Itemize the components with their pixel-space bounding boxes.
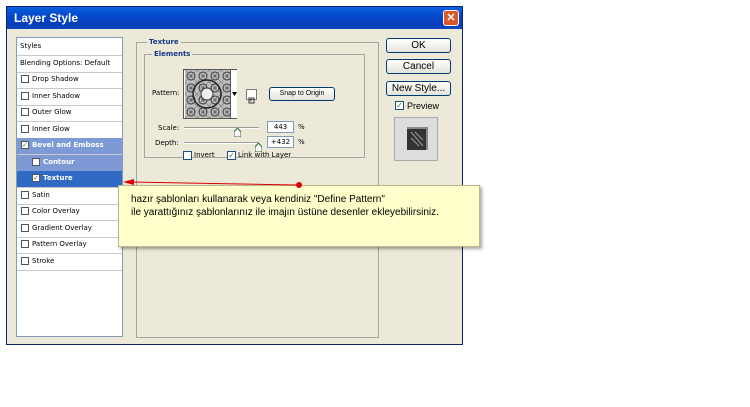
texture-section-title: Texture: [147, 38, 181, 46]
style-item-checkbox[interactable]: [21, 108, 29, 116]
elements-group-title: Elements: [152, 50, 193, 58]
invert-checkbox[interactable]: [183, 151, 192, 160]
style-item-texture[interactable]: ✓ Texture: [17, 171, 122, 188]
invert-label: Invert: [194, 151, 215, 159]
pattern-swatch: [185, 70, 230, 118]
style-item-stroke[interactable]: Stroke: [17, 254, 122, 271]
close-button[interactable]: ✕: [443, 10, 459, 26]
snap-to-origin-button[interactable]: Snap to Origin: [269, 87, 335, 101]
cancel-button[interactable]: Cancel: [386, 59, 451, 74]
style-item-label: Inner Glow: [32, 124, 70, 133]
annotation-tooltip: hazır şablonları kullanarak veya kendini…: [118, 185, 480, 247]
style-item-label: Blending Options: Default: [20, 58, 111, 67]
style-item-checkbox[interactable]: ✓: [21, 141, 29, 149]
style-item-label: Bevel and Emboss: [32, 141, 104, 149]
style-preview-thumbnail: [394, 117, 438, 161]
style-item-contour[interactable]: Contour: [17, 154, 122, 172]
style-item-checkbox[interactable]: ✓: [32, 174, 40, 182]
style-item-label: Gradient Overlay: [32, 223, 92, 232]
depth-label: Depth:: [155, 139, 179, 147]
depth-slider[interactable]: [184, 142, 259, 144]
preview-label: Preview: [407, 101, 440, 111]
style-item-label: Satin: [32, 190, 50, 199]
link-with-layer-label: Link with Layer: [238, 151, 292, 159]
layer-style-dialog: Layer Style ✕ Styles Blending Options: De…: [6, 6, 463, 345]
title-bar[interactable]: Layer Style ✕: [7, 7, 462, 29]
style-item-label: Inner Shadow: [32, 91, 80, 100]
annotation-arrow: [123, 179, 302, 188]
style-item-label: Drop Shadow: [32, 75, 79, 83]
depth-slider-handle[interactable]: [254, 137, 263, 153]
scale-unit: %: [298, 123, 305, 131]
preview-checkbox[interactable]: ✓: [395, 101, 404, 110]
style-item-checkbox[interactable]: [21, 91, 29, 100]
style-item-color-overlay[interactable]: Color Overlay: [17, 204, 122, 221]
style-item-checkbox[interactable]: [32, 157, 40, 166]
style-item-label: Pattern Overlay: [32, 240, 87, 248]
scale-label: Scale:: [158, 124, 180, 132]
style-item-inner-shadow[interactable]: Inner Shadow: [17, 89, 122, 106]
new-style-button[interactable]: New Style...: [386, 81, 451, 96]
preview-swatch: [407, 127, 428, 150]
style-item-checkbox[interactable]: [21, 190, 29, 199]
style-item-label: Outer Glow: [32, 108, 72, 116]
style-item-blending-options-default[interactable]: Blending Options: Default: [17, 56, 122, 73]
depth-field[interactable]: +432: [267, 136, 294, 148]
depth-unit: %: [298, 138, 305, 146]
style-item-checkbox[interactable]: [21, 124, 29, 133]
tooltip-line-2: ile yarattığınız şablonlarınız ile imajı…: [131, 207, 439, 218]
style-item-checkbox[interactable]: [21, 256, 29, 265]
style-item-drop-shadow[interactable]: Drop Shadow: [17, 72, 122, 89]
style-item-checkbox[interactable]: [21, 223, 29, 232]
style-item-label: Styles: [20, 42, 42, 50]
elements-group: Elements Pattern: Snap to Origin Scale: …: [144, 50, 365, 160]
window-title: Layer Style: [14, 11, 79, 25]
close-icon: ✕: [446, 12, 456, 24]
pattern-label: Pattern:: [152, 89, 180, 97]
style-item-label: Color Overlay: [32, 207, 80, 215]
style-item-pattern-overlay[interactable]: Pattern Overlay: [17, 237, 122, 254]
style-item-styles[interactable]: Styles: [17, 39, 122, 56]
pattern-dropdown-arrow[interactable]: [230, 70, 237, 118]
new-preset-icon[interactable]: [246, 89, 257, 104]
style-item-label: Contour: [43, 157, 75, 166]
check-icon: ✓: [228, 151, 235, 160]
link-with-layer-checkbox[interactable]: ✓: [227, 151, 236, 160]
style-item-checkbox[interactable]: [21, 207, 29, 215]
style-item-checkbox[interactable]: [21, 75, 29, 83]
style-item-satin[interactable]: Satin: [17, 188, 122, 205]
style-item-label: Stroke: [32, 256, 55, 265]
style-item-bevel-and-emboss[interactable]: ✓ Bevel and Emboss: [17, 138, 122, 155]
style-item-label: Texture: [43, 174, 73, 182]
style-item-gradient-overlay[interactable]: Gradient Overlay: [17, 221, 122, 238]
ok-button[interactable]: OK: [386, 38, 451, 53]
pattern-picker[interactable]: [183, 69, 237, 119]
scale-slider[interactable]: [184, 127, 259, 129]
style-item-inner-glow[interactable]: Inner Glow: [17, 122, 122, 139]
styles-list: Styles Blending Options: Default Drop Shad…: [16, 37, 123, 337]
style-item-outer-glow[interactable]: Outer Glow: [17, 105, 122, 122]
style-item-checkbox[interactable]: [21, 240, 29, 248]
scale-field[interactable]: 443: [267, 121, 294, 133]
scale-slider-handle[interactable]: [233, 122, 242, 138]
check-icon: ✓: [396, 101, 403, 110]
tooltip-line-1: hazır şablonları kullanarak veya kendini…: [131, 194, 385, 205]
